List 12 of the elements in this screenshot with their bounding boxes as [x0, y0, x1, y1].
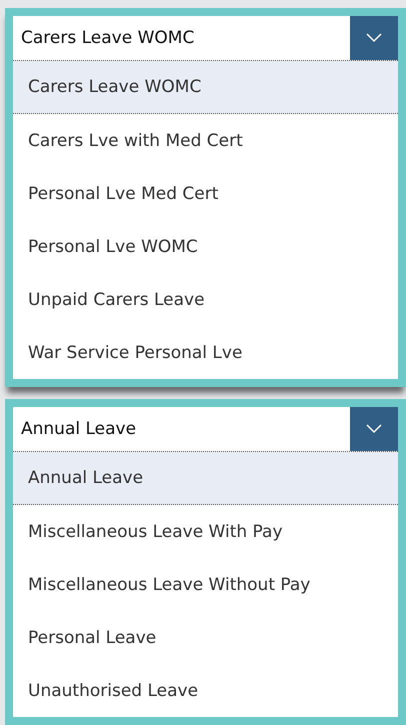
dropdown-option[interactable]: Carers Lve with Med Cert: [13, 114, 398, 167]
select-field[interactable]: Carers Leave WOMC: [13, 16, 350, 60]
dropdown-option[interactable]: War Service Personal Lve: [13, 326, 398, 379]
chevron-down-icon: [366, 424, 382, 434]
dropdown-option[interactable]: Personal Lve WOMC: [13, 220, 398, 273]
dropdown-option[interactable]: Personal Lve Med Cert: [13, 167, 398, 220]
dropdown-button[interactable]: [350, 407, 398, 451]
dropdown-option[interactable]: Carers Leave WOMC: [13, 61, 398, 114]
dropdown-button[interactable]: [350, 16, 398, 60]
dropdown-option[interactable]: Annual Leave: [13, 452, 398, 505]
chevron-down-icon: [366, 33, 382, 43]
dropdown-option[interactable]: Unpaid Carers Leave: [13, 273, 398, 326]
